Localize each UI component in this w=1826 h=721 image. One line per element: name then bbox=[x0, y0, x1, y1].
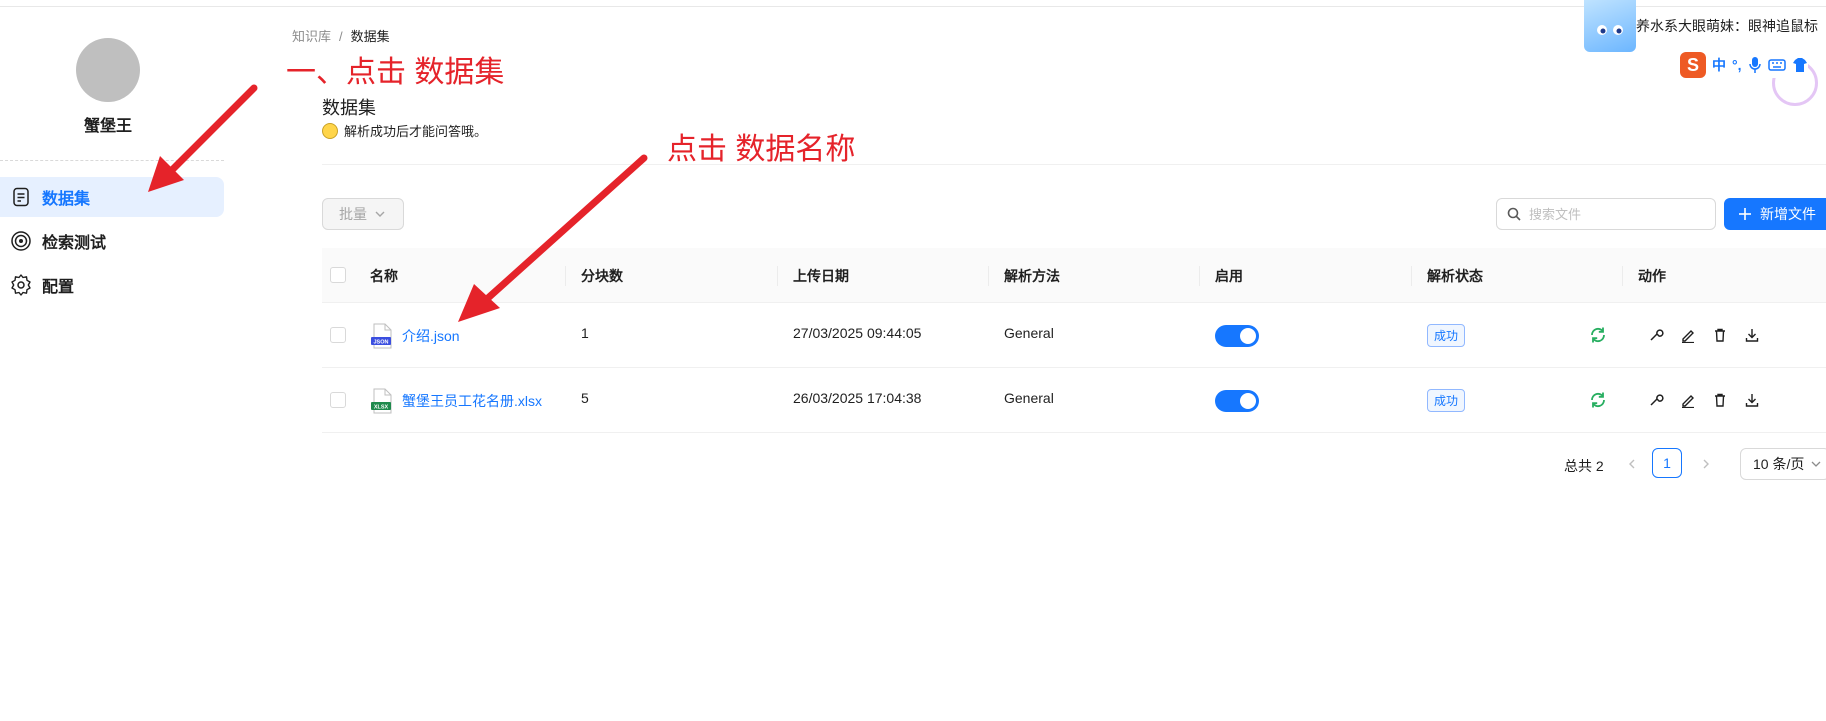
annotation-arrow-2 bbox=[458, 154, 648, 322]
annotation-arrows bbox=[148, 84, 648, 322]
annotation-arrow-1 bbox=[148, 84, 258, 192]
